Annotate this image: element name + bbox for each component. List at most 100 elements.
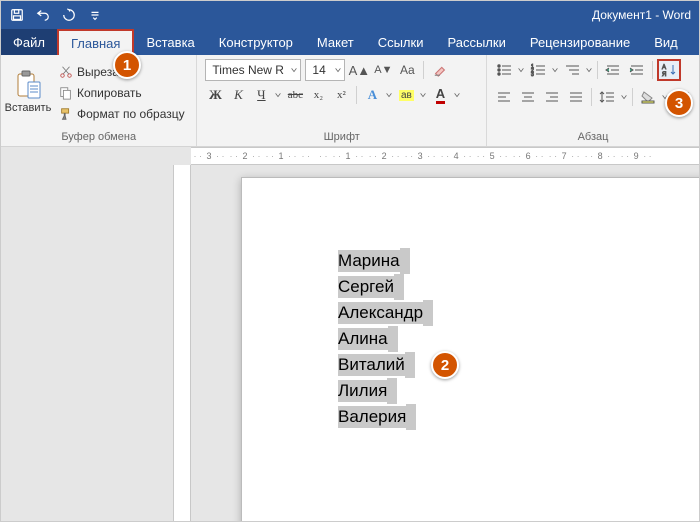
change-case-button[interactable]: Aa (397, 59, 417, 81)
brush-icon (59, 107, 73, 121)
undo-icon[interactable] (31, 4, 55, 26)
italic-button[interactable]: К (228, 85, 248, 105)
tab-mailings[interactable]: Рассылки (435, 29, 517, 55)
ruler-segment: · · 3 · · (191, 151, 227, 161)
quick-access-toolbar (1, 4, 107, 26)
text-line[interactable]: Александр (338, 300, 433, 326)
font-size-combo[interactable]: 14 (305, 59, 345, 81)
ribbon: Вставить Вырезать Копировать Формат по о… (1, 55, 699, 147)
paste-button[interactable]: Вставить (1, 55, 55, 129)
tab-file[interactable]: Файл (1, 29, 57, 55)
tab-references[interactable]: Ссылки (366, 29, 436, 55)
svg-text:Я: Я (662, 72, 666, 77)
horizontal-ruler[interactable]: · · 3 · · · · 2 · · · · 1 · · · · · · · … (191, 147, 699, 165)
chevron-down-icon[interactable] (453, 91, 461, 99)
align-left-button[interactable] (493, 87, 515, 107)
group-clipboard: Вставить Вырезать Копировать Формат по о… (1, 55, 197, 146)
font-color-button[interactable]: A (430, 85, 450, 105)
font-group-label: Шрифт (197, 129, 486, 146)
chevron-down-icon (290, 66, 298, 74)
text-line[interactable]: Виталий (338, 352, 433, 378)
chevron-down-icon[interactable] (551, 66, 559, 74)
ruler-segment: · · 2 · · (227, 151, 263, 161)
line-spacing-button[interactable] (596, 87, 618, 107)
font-name-combo[interactable]: Times New R (205, 59, 301, 81)
redo-icon[interactable] (57, 4, 81, 26)
ruler-segment: · · 2 · · (366, 151, 402, 161)
shrink-font-button[interactable]: A▼ (373, 59, 393, 81)
tab-insert[interactable]: Вставка (134, 29, 206, 55)
scissors-icon (59, 65, 73, 79)
grow-font-button[interactable]: A▲ (349, 59, 369, 81)
ruler-segment: · · 4 · · (438, 151, 474, 161)
document-content[interactable]: МаринаСергейАлександрАлинаВиталийЛилияВа… (338, 248, 433, 430)
bold-button[interactable]: Ж (205, 85, 225, 105)
chevron-down-icon[interactable] (585, 66, 593, 74)
ruler-segment: · · 5 · · (474, 151, 510, 161)
ribbon-tabs: Файл Главная Вставка Конструктор Макет С… (1, 29, 699, 55)
callout-1: 1 (113, 51, 141, 79)
text-effects-button[interactable]: A (362, 85, 382, 105)
text-line[interactable]: Сергей (338, 274, 433, 300)
window-title: Документ1 - Word (592, 8, 699, 22)
chevron-down-icon[interactable] (620, 93, 628, 101)
ruler-segment: · · 1 · · (263, 151, 299, 161)
text-line[interactable]: Алина (338, 326, 433, 352)
ruler-segment: · · 1 · · (330, 151, 366, 161)
shading-button[interactable] (637, 87, 659, 107)
title-bar: Документ1 - Word (1, 1, 699, 29)
highlight-button[interactable]: aʙ (396, 85, 416, 105)
save-icon[interactable] (5, 4, 29, 26)
underline-button[interactable]: Ч (251, 85, 271, 105)
align-right-button[interactable] (541, 87, 563, 107)
format-painter-label: Формат по образцу (77, 107, 185, 121)
chevron-down-icon[interactable] (385, 91, 393, 99)
copy-label: Копировать (77, 86, 142, 100)
qat-more-icon[interactable] (83, 4, 107, 26)
clipboard-group-label: Буфер обмена (1, 129, 196, 146)
tab-design[interactable]: Конструктор (207, 29, 305, 55)
format-painter-button[interactable]: Формат по образцу (59, 104, 185, 124)
multilevel-button[interactable] (561, 60, 583, 80)
font-name-value: Times New R (212, 63, 284, 77)
strike-button[interactable]: abc (285, 85, 305, 105)
tab-layout[interactable]: Макет (305, 29, 366, 55)
svg-text:А: А (662, 65, 666, 71)
clear-format-button[interactable] (430, 59, 450, 81)
text-line[interactable]: Марина (338, 248, 433, 274)
justify-button[interactable] (565, 87, 587, 107)
paragraph-group-label: Абзац (487, 129, 699, 146)
increase-indent-button[interactable] (626, 60, 648, 80)
chevron-down-icon (334, 66, 342, 74)
text-line[interactable]: Валерия (338, 404, 433, 430)
paste-label: Вставить (5, 102, 52, 114)
copy-button[interactable]: Копировать (59, 83, 185, 103)
ruler-segment: · · 9 · · (618, 151, 654, 161)
chevron-down-icon[interactable] (419, 91, 427, 99)
numbering-button[interactable]: 123 (527, 60, 549, 80)
vertical-ruler[interactable] (173, 165, 191, 521)
page[interactable]: МаринаСергейАлександрАлинаВиталийЛилияВа… (241, 177, 699, 521)
chevron-down-icon[interactable] (274, 91, 282, 99)
callout-3: 3 (665, 89, 693, 117)
ruler-segment: · · 3 · · (402, 151, 438, 161)
ruler-segment: · · 7 · · (546, 151, 582, 161)
tab-review[interactable]: Рецензирование (518, 29, 642, 55)
ruler-segment: · · 8 · · (582, 151, 618, 161)
decrease-indent-button[interactable] (602, 60, 624, 80)
copy-icon (59, 86, 73, 100)
chevron-down-icon[interactable] (517, 66, 525, 74)
ruler-segment: · · 6 · · (510, 151, 546, 161)
document-area: · · 3 · · · · 2 · · · · 1 · · · · · · · … (1, 147, 699, 521)
bullets-button[interactable] (493, 60, 515, 80)
sort-button[interactable]: АЯ (657, 59, 681, 81)
group-font: Times New R 14 A▲ A▼ Aa Ж К Ч (197, 55, 487, 146)
tab-view[interactable]: Вид (642, 29, 690, 55)
align-center-button[interactable] (517, 87, 539, 107)
callout-2: 2 (431, 351, 459, 379)
ruler-segment: · · · · (299, 151, 330, 161)
text-line[interactable]: Лилия (338, 378, 433, 404)
font-size-value: 14 (312, 63, 325, 77)
superscript-button[interactable]: x² (331, 85, 351, 105)
subscript-button[interactable]: x₂ (308, 85, 328, 105)
